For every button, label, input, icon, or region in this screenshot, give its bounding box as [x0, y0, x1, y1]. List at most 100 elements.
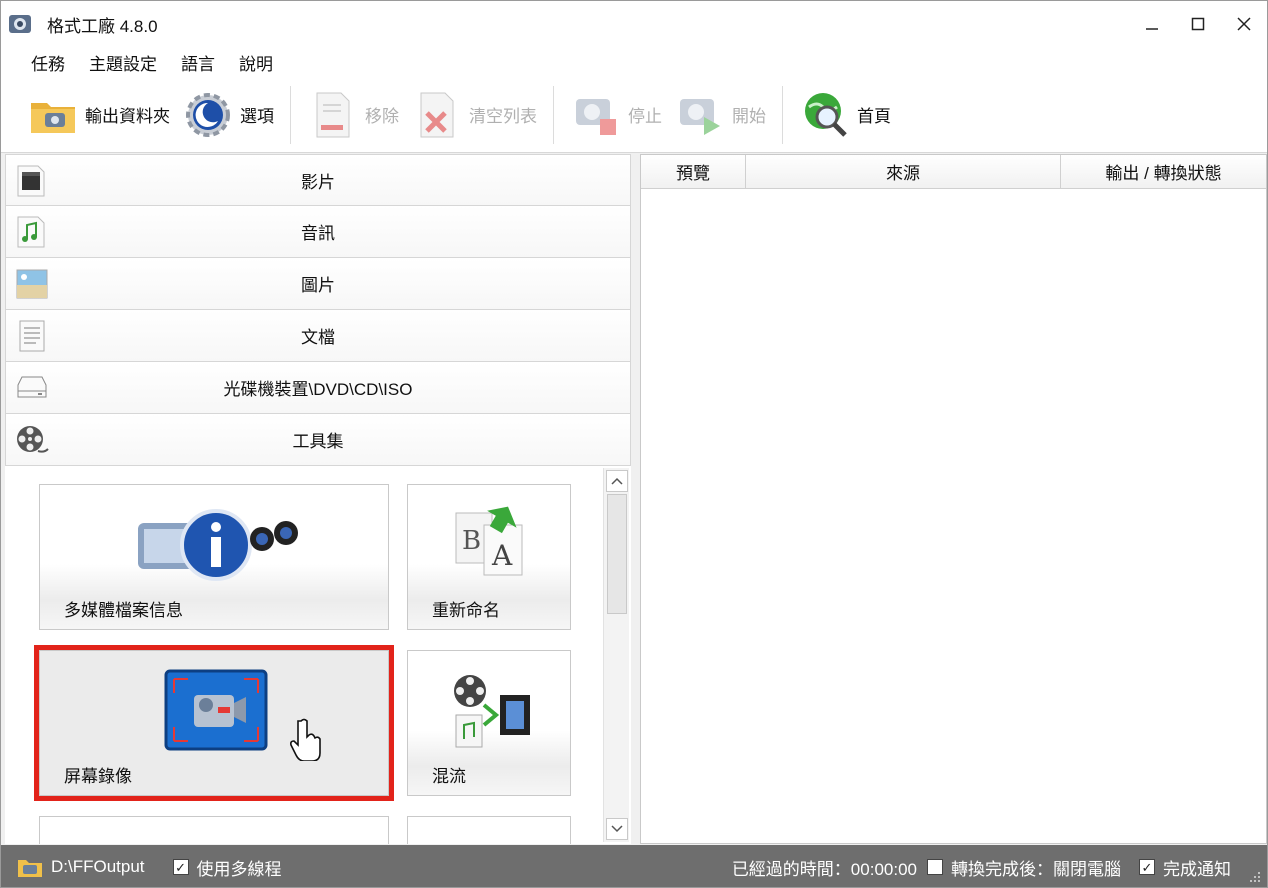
- toolbar: 輸出資料夾 選項 移除 清空列表 停止 開始 首頁: [1, 77, 1267, 153]
- minimize-icon: [1146, 28, 1158, 30]
- category-document[interactable]: 文檔: [5, 310, 631, 362]
- menu-bar: 任務 主題設定 語言 說明: [1, 47, 1267, 77]
- tools-grid: 多媒體檔案信息 B A 重新命名 屏幕錄像 混流: [5, 466, 631, 844]
- column-preview[interactable]: 預覽: [641, 155, 746, 189]
- app-logo-icon: [9, 15, 31, 33]
- stop-label: 停止: [628, 107, 662, 126]
- resize-grip-icon[interactable]: [1249, 871, 1261, 883]
- scroll-down-button[interactable]: [606, 818, 628, 840]
- category-label: 工具集: [292, 432, 344, 451]
- tool-rename[interactable]: B A 重新命名: [407, 484, 571, 630]
- menu-help[interactable]: 說明: [227, 50, 285, 75]
- screen-record-icon: [164, 669, 268, 751]
- home-label: 首頁: [857, 107, 891, 126]
- disc-drive-icon: [17, 376, 47, 398]
- picture-icon: [16, 269, 48, 299]
- menu-task[interactable]: 任務: [19, 50, 77, 75]
- toolbar-separator: [290, 85, 291, 144]
- hand-cursor-icon: [290, 718, 321, 761]
- gear-icon: [186, 92, 230, 137]
- file-list[interactable]: 預覽 來源 輸出 / 轉換狀態: [640, 154, 1267, 844]
- tool-label: 混流: [432, 767, 466, 786]
- close-button[interactable]: [1221, 1, 1267, 47]
- category-image[interactable]: 圖片: [5, 258, 631, 310]
- remove-button[interactable]: 移除: [301, 85, 405, 145]
- tool-mux[interactable]: 混流: [407, 650, 571, 796]
- category-audio[interactable]: 音訊: [5, 206, 631, 258]
- start-icon: [680, 98, 720, 135]
- tool-screen-record[interactable]: 屏幕錄像: [34, 645, 394, 801]
- shutdown-label: 轉換完成後：關閉電腦: [951, 859, 1121, 879]
- options-label: 選項: [240, 107, 274, 126]
- clear-list-icon: [420, 92, 454, 137]
- tool-partial[interactable]: [39, 816, 389, 844]
- minimize-button[interactable]: [1129, 1, 1175, 47]
- notify-checkbox[interactable]: ✓: [1139, 859, 1155, 875]
- tool-partial[interactable]: [407, 816, 571, 844]
- clear-list-button[interactable]: 清空列表: [405, 85, 543, 145]
- tool-media-info[interactable]: 多媒體檔案信息: [39, 484, 389, 630]
- tool-label: 重新命名: [432, 601, 500, 620]
- category-tools[interactable]: 工具集: [5, 414, 631, 466]
- home-button[interactable]: 首頁: [793, 85, 897, 145]
- multithread-checkbox[interactable]: ✓: [172, 859, 189, 875]
- maximize-button[interactable]: [1175, 1, 1221, 47]
- category-label: 影片: [301, 172, 335, 192]
- start-button[interactable]: 開始: [668, 85, 772, 145]
- window-title: 格式工廠 4.8.0: [47, 16, 158, 36]
- folder-icon: [31, 102, 75, 133]
- category-label: 光碟機裝置\DVD\CD\ISO: [223, 380, 413, 399]
- media-info-icon: [138, 509, 298, 581]
- title-bar: 格式工廠 4.8.0: [1, 1, 1267, 47]
- mux-icon: [454, 675, 530, 748]
- status-bar: D:\FFOutput ✓ 使用多線程 已經過的時間：00:00:00 轉換完成…: [1, 845, 1267, 887]
- check-icon: ✓: [175, 859, 186, 875]
- output-path[interactable]: D:\FFOutput: [51, 857, 145, 877]
- svg-text:A: A: [491, 539, 513, 572]
- music-note-icon: [17, 216, 45, 248]
- elapsed-time: 已經過的時間：00:00:00: [731, 859, 917, 879]
- remove-label: 移除: [365, 107, 399, 126]
- multithread-label: 使用多線程: [196, 859, 282, 879]
- column-source[interactable]: 來源: [746, 155, 1061, 189]
- menu-language[interactable]: 語言: [169, 50, 227, 75]
- toolbar-separator: [553, 85, 554, 144]
- notify-label: 完成通知: [1163, 859, 1231, 879]
- output-folder-label: 輸出資料夾: [85, 107, 170, 126]
- category-label: 音訊: [301, 224, 335, 243]
- remove-icon: [316, 92, 350, 137]
- category-disc[interactable]: 光碟機裝置\DVD\CD\ISO: [5, 362, 631, 414]
- app-window: 格式工廠 4.8.0 任務 主題設定 語言 說明 輸出資料夾 選項 移除 清空列…: [0, 0, 1268, 888]
- options-button[interactable]: 選項: [176, 85, 280, 145]
- stop-button[interactable]: 停止: [564, 85, 668, 145]
- globe-search-icon: [805, 92, 847, 137]
- menu-theme[interactable]: 主題設定: [77, 50, 169, 75]
- clear-list-label: 清空列表: [469, 107, 537, 126]
- film-reel-icon: [17, 426, 49, 453]
- start-label: 開始: [732, 107, 766, 126]
- chevron-up-icon: [611, 477, 623, 485]
- window-controls: [1129, 1, 1267, 47]
- chevron-down-icon: [611, 825, 623, 833]
- maximize-icon: [1191, 17, 1205, 31]
- svg-text:B: B: [462, 526, 481, 556]
- stop-icon: [576, 98, 616, 135]
- category-label: 文檔: [301, 328, 335, 347]
- tool-label: 屏幕錄像: [64, 767, 132, 786]
- category-label: 圖片: [301, 276, 335, 295]
- tools-scrollbar[interactable]: [603, 468, 629, 842]
- output-folder-button[interactable]: 輸出資料夾: [21, 85, 176, 145]
- toolbar-separator: [782, 85, 783, 144]
- film-clapper-icon: [17, 165, 45, 197]
- close-icon: [1237, 17, 1251, 31]
- check-icon: ✓: [1141, 859, 1153, 875]
- category-video[interactable]: 影片: [5, 154, 631, 206]
- scroll-thumb[interactable]: [607, 494, 627, 614]
- rename-icon: B A: [455, 506, 523, 576]
- column-output-status[interactable]: 輸出 / 轉換狀態: [1061, 155, 1266, 189]
- tool-label: 多媒體檔案信息: [64, 601, 183, 620]
- document-icon: [19, 320, 45, 352]
- folder-icon: [18, 860, 42, 877]
- shutdown-checkbox[interactable]: [927, 859, 943, 875]
- scroll-up-button[interactable]: [606, 470, 628, 492]
